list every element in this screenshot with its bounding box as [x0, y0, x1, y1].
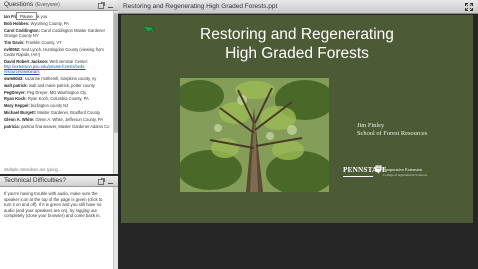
popout-icon[interactable]	[98, 178, 105, 185]
shield-icon	[375, 165, 382, 174]
question-text: burlington county NJ	[30, 103, 69, 109]
presenter-info: Jim Finley School of Forest Resources	[357, 122, 427, 139]
question-author: Ryan Koch	[4, 96, 26, 102]
question-author: Glenn A. White	[4, 117, 33, 123]
question-author: patricia	[4, 123, 19, 129]
questions-panel-header[interactable]: Questions (Everyone)	[0, 0, 118, 11]
logo-underline	[343, 176, 373, 177]
question-item: Carol Coddington: Carol Coddington Maste…	[4, 28, 110, 38]
slide-title-line-2: High Graded Forests	[225, 45, 369, 62]
typing-status: Multiple Attendees are typing...	[0, 165, 113, 174]
slide-panel-header: Restoring and Regenerating High Graded F…	[118, 0, 478, 14]
tree-canopy-photo	[180, 78, 329, 192]
tech-help-text: If you're having trouble with audio, mak…	[4, 191, 103, 219]
question-item: Glenn A. White: Glenn A. White, Jefferso…	[4, 117, 110, 122]
question-item: walt patrick: walt and marie patrick, po…	[4, 83, 110, 88]
question-item: patricia: patricia fina weaver, Master G…	[4, 124, 110, 129]
slide-title-line-1: Restoring and Regenerating	[200, 26, 394, 43]
question-item: swm5043: suzanne motherell, tompkins cou…	[4, 76, 110, 81]
question-text: Wyoming County, PA	[30, 20, 69, 26]
question-text: suzanne motherell, tompkins county, ny	[24, 75, 97, 81]
question-link[interactable]: http://extension.psu.edu/private-forests…	[4, 64, 86, 74]
question-text: Glenn A. White, Jefferson County, PA	[35, 117, 104, 123]
popout-icon[interactable]	[98, 2, 105, 9]
question-item: Mary Keppel: burlington county NJ	[4, 103, 110, 108]
pennstate-extension-logo: PENNSTATE Cooperative Extension College …	[343, 164, 453, 188]
question-author: Tim Davis	[4, 39, 24, 45]
minimize-icon[interactable]	[107, 2, 114, 9]
logo-unit-name: Cooperative Extension	[383, 167, 423, 172]
question-item: Ryan Koch: Ryan Koch, Columbia County, P…	[4, 96, 110, 101]
presentation-slide: Restoring and Regenerating High Graded F…	[121, 15, 473, 223]
questions-title-text: Questions	[4, 1, 34, 8]
question-item: Tim Davis: Franklin County, VT	[4, 40, 110, 45]
tech-panel-body: If you're having trouble with audio, mak…	[0, 187, 113, 269]
tech-panel-header[interactable]: Technical Difficulties?	[0, 176, 118, 187]
presenter-name: Jim Finley	[357, 122, 385, 129]
questions-panel-title: Questions (Everyone)	[4, 1, 60, 8]
slide-viewer: Restoring and Regenerating High Graded F…	[118, 14, 478, 269]
question-text: walt and marie patrick, potter county	[29, 82, 95, 88]
question-author: PegDreyer	[4, 89, 25, 95]
question-author: Michael Burgett	[4, 110, 35, 116]
question-author: Bob Hobbes	[4, 20, 29, 26]
slide-file-name: Restoring and Regenerating High Graded F…	[123, 3, 278, 10]
presenter-affiliation: School of Forest Resources	[357, 130, 428, 138]
question-text: Peg Dreyer, MG Washington Cty	[27, 89, 87, 95]
slide-title: Restoring and Regenerating High Graded F…	[121, 25, 473, 63]
question-item: David Robert Jackson: Web seminar Center…	[4, 59, 110, 74]
question-item: Michael Burgett: Master Gardener, Bradfo…	[4, 110, 110, 115]
tech-panel-title: Technical Difficulties?	[4, 177, 67, 184]
question-text: patricia fina weaver, Master Gardener Ad…	[21, 123, 110, 129]
question-item: Bob Hobbes: Wyoming County, PA	[4, 21, 110, 26]
question-text: Master Gardener, Bradford County	[37, 110, 101, 116]
question-author: walt patrick	[4, 82, 27, 88]
fullscreen-icon[interactable]	[465, 3, 473, 11]
pause-tooltip: Pause	[16, 12, 37, 20]
question-author: Mary Keppel	[4, 103, 29, 109]
question-text: Franklin County, VT	[25, 39, 62, 45]
webinar-app: Questions(Everyone) Ian Friesen: Thank y…	[0, 0, 478, 269]
question-text: Ryan Koch, Columbia County, PA	[27, 96, 89, 102]
question-item: PegDreyer: Peg Dreyer, MG Washington Cty	[4, 90, 110, 95]
side-panel: Questions(Everyone) Ian Friesen: Thank y…	[0, 0, 118, 269]
questions-list[interactable]: Ian Friesen: Thank youBob Hobbes: Wyomin…	[0, 11, 113, 174]
question-item: nvl0052: Ned Lynch, Huntingdon County (v…	[4, 47, 110, 57]
question-author: swm5043	[4, 75, 23, 81]
minimize-icon[interactable]	[107, 178, 114, 185]
logo-college-name: College of Agricultural Sciences	[383, 173, 428, 177]
questions-audience-label: (Everyone)	[35, 2, 60, 8]
